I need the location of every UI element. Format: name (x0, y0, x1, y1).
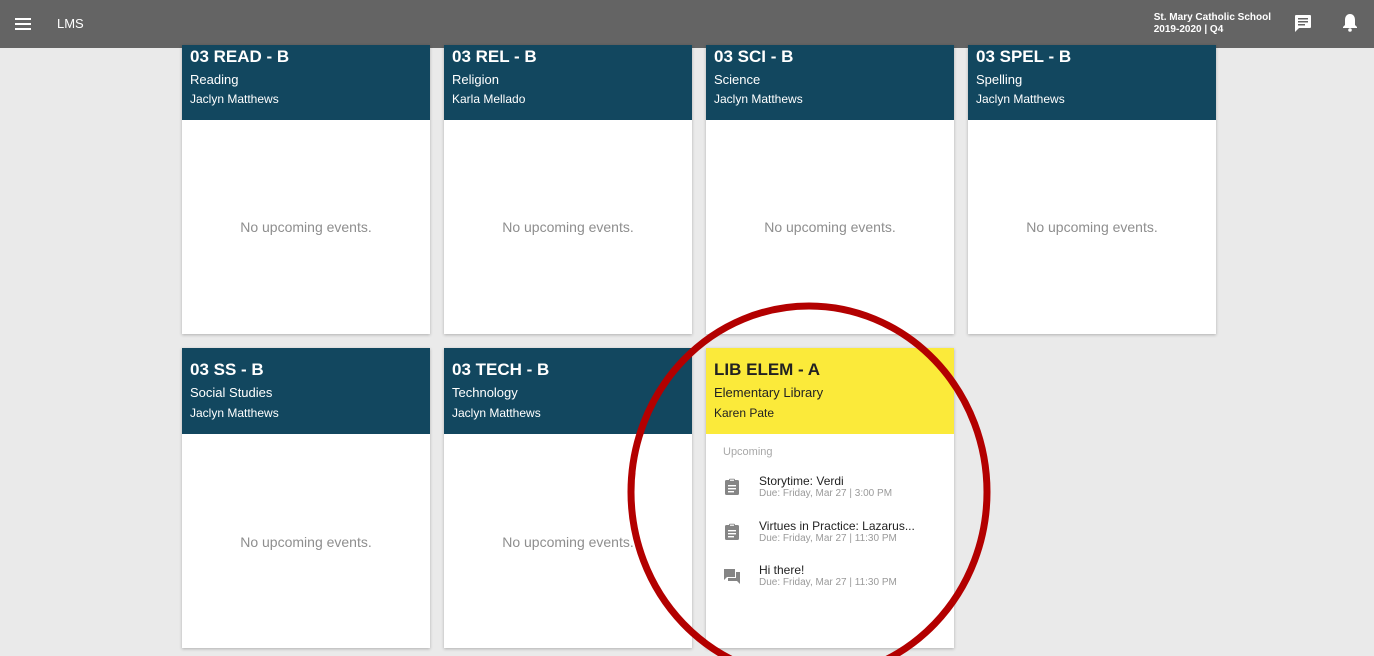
course-teacher: Jaclyn Matthews (714, 92, 803, 106)
course-card-header: 03 REL - B Religion Karla Mellado (444, 45, 692, 120)
course-code: LIB ELEM - A (714, 360, 821, 379)
course-code: 03 SPEL - B (976, 47, 1072, 66)
course-card-read[interactable]: 03 READ - B Reading Jaclyn Matthews No u… (182, 45, 430, 334)
course-card-header: LIB ELEM - A Elementary Library Karen Pa… (706, 348, 954, 434)
course-name: Spelling (976, 72, 1023, 87)
course-card-spel[interactable]: 03 SPEL - B Spelling Jaclyn Matthews No … (968, 45, 1216, 334)
course-code: 03 SCI - B (714, 47, 794, 66)
course-teacher: Jaclyn Matthews (976, 92, 1065, 106)
discussion-icon (724, 569, 740, 584)
course-name: Science (714, 72, 761, 87)
course-teacher: Karen Pate (714, 406, 775, 420)
event-due: Due: Friday, Mar 27 | 3:00 PM (759, 488, 893, 499)
event-title: Hi there! (759, 563, 805, 577)
app-name[interactable]: LMS (57, 16, 84, 31)
course-card-header: 03 SS - B Social Studies Jaclyn Matthews (182, 348, 430, 434)
event-title: Virtues in Practice: Lazarus... (759, 519, 915, 533)
event-due: Due: Friday, Mar 27 | 11:30 PM (759, 577, 897, 588)
course-name: Elementary Library (714, 385, 824, 400)
course-name: Reading (190, 72, 239, 87)
course-card-sci[interactable]: 03 SCI - B Science Jaclyn Matthews No up… (706, 45, 954, 334)
course-card-rel[interactable]: 03 REL - B Religion Karla Mellado No upc… (444, 45, 692, 334)
empty-events-message: No upcoming events. (502, 534, 634, 550)
course-card-header: 03 READ - B Reading Jaclyn Matthews (182, 45, 430, 120)
school-info[interactable]: St. Mary Catholic School 2019-2020 | Q4 (1154, 12, 1271, 36)
course-teacher: Jaclyn Matthews (190, 92, 279, 106)
event-title: Storytime: Verdi (759, 474, 844, 488)
assignment-icon (725, 523, 739, 540)
school-name: St. Mary Catholic School (1153, 12, 1271, 23)
course-card-lib-elem[interactable]: LIB ELEM - A Elementary Library Karen Pa… (706, 348, 954, 648)
assignment-icon (725, 478, 739, 495)
empty-events-message: No upcoming events. (240, 219, 372, 235)
course-card-header: 03 SCI - B Science Jaclyn Matthews (706, 45, 954, 120)
event-due: Due: Friday, Mar 27 | 11:30 PM (759, 533, 897, 544)
app-bar: LMS St. Mary Catholic School 2019-2020 |… (0, 0, 1374, 48)
course-name: Religion (452, 72, 499, 87)
chat-icon[interactable] (1293, 13, 1313, 33)
term-label: 2019-2020 | Q4 (1153, 24, 1224, 35)
empty-events-message: No upcoming events. (1026, 219, 1158, 235)
course-card-tech[interactable]: 03 TECH - B Technology Jaclyn Matthews N… (444, 348, 692, 648)
course-name: Social Studies (190, 385, 273, 400)
course-code: 03 REL - B (452, 47, 537, 66)
event-item[interactable]: Hi there! Due: Friday, Mar 27 | 11:30 PM (723, 563, 953, 595)
course-card-header: 03 TECH - B Technology Jaclyn Matthews (444, 348, 692, 434)
course-code: 03 TECH - B (452, 360, 550, 379)
empty-events-message: No upcoming events. (502, 219, 634, 235)
empty-events-message: No upcoming events. (240, 534, 372, 550)
course-teacher: Jaclyn Matthews (452, 406, 541, 420)
empty-events-message: No upcoming events. (764, 219, 896, 235)
course-card-header: 03 SPEL - B Spelling Jaclyn Matthews (968, 45, 1216, 120)
course-teacher: Jaclyn Matthews (190, 406, 279, 420)
event-item[interactable]: Storytime: Verdi Due: Friday, Mar 27 | 3… (723, 474, 953, 506)
bell-icon[interactable] (1340, 12, 1360, 32)
course-code: 03 SS - B (190, 360, 264, 379)
course-card-ss[interactable]: 03 SS - B Social Studies Jaclyn Matthews… (182, 348, 430, 648)
course-name: Technology (452, 385, 518, 400)
event-item[interactable]: Virtues in Practice: Lazarus... Due: Fri… (723, 519, 953, 551)
upcoming-label: Upcoming (723, 446, 773, 458)
menu-icon[interactable] (13, 14, 33, 34)
course-teacher: Karla Mellado (452, 92, 526, 106)
course-code: 03 READ - B (190, 47, 290, 66)
